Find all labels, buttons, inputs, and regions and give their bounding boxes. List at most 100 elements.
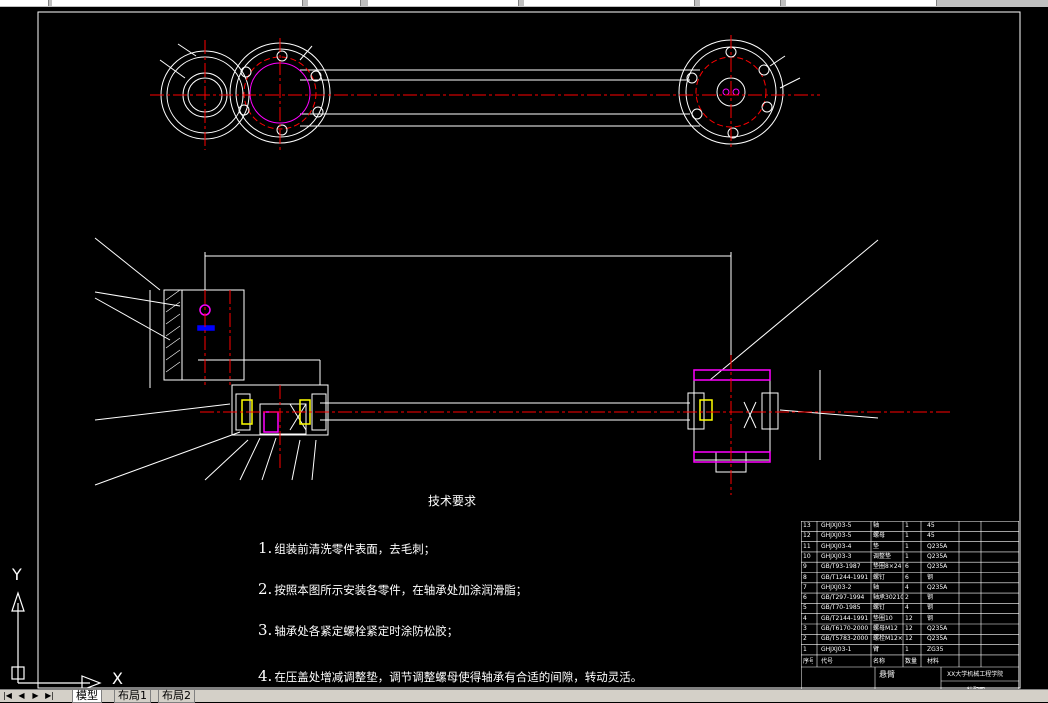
front-view-hatching xyxy=(165,289,181,373)
bom-cell-code: GHJXJ03-3 xyxy=(821,552,852,560)
requirement-1: 1. 组装前清洗零件表面，去毛刺； xyxy=(258,539,436,557)
bom-row: 13 GHJXJ03-5 轴 1 45 xyxy=(801,521,1019,531)
bom-cell-no: 8 xyxy=(803,573,807,581)
bom-cell-qty: 1 xyxy=(905,552,909,560)
requirement-2: 2. 按照本图所示安装各零件，在轴承处加涂润滑脂； xyxy=(258,580,528,598)
bom-cell-qty: 12 xyxy=(905,635,913,643)
bom-cell-qty: 4 xyxy=(905,583,909,591)
bom-cell-name: 轴 xyxy=(873,522,880,529)
plotstyle-dropdown[interactable] xyxy=(700,0,781,6)
color-dropdown[interactable] xyxy=(308,0,361,6)
bom-cell-mat: Q235A xyxy=(927,563,948,571)
bom-cell-mat: 45 xyxy=(927,532,935,540)
bom-cell-name: 螺钉 xyxy=(873,573,886,581)
bom-row: 7 GHJXJ03-2 轴 4 Q235A xyxy=(801,583,1019,593)
bom-cell-name: 螺母M12 xyxy=(873,625,898,632)
bom-cell-no: 12 xyxy=(803,532,811,540)
bom-row: 1 GHJXJ03-1 臂 1 ZG35 xyxy=(801,645,1019,655)
bom-cell-name: 螺钉 xyxy=(873,604,886,612)
bom-cell-name: 垫 xyxy=(873,542,880,550)
bom-row: 5 GB/T70-1985 螺钉 4 钢 xyxy=(801,603,1019,613)
bom-row: 4 GB/T2144-1991 垫圈10 12 钢 xyxy=(801,614,1019,624)
style-dropdown[interactable] xyxy=(786,0,937,6)
bom-row: 12 GHJXJ03-5 螺母 1 45 xyxy=(801,531,1019,541)
first-tab-button[interactable]: |◀ xyxy=(2,691,13,701)
bom-cell-no: 5 xyxy=(803,604,807,612)
bom-cell-qty: 1 xyxy=(905,645,909,653)
title-drawing-name: 悬臂 xyxy=(879,670,895,679)
layer-dropdown[interactable] xyxy=(52,0,303,6)
bom-cell-qty: 2 xyxy=(905,594,909,602)
bom-row: 9 GB/T93-1987 垫圈8×24 6 Q235A xyxy=(801,562,1019,572)
bom-cell-mat: Q235A xyxy=(927,635,948,643)
bom-cell-name: 螺母 xyxy=(873,532,886,540)
bom-cell-no: 3 xyxy=(803,625,807,632)
bom-cell-name: 垫圈10 xyxy=(873,614,893,622)
technical-requirements-title: 技术要求 xyxy=(428,494,477,508)
bom-cell-no: 6 xyxy=(803,594,807,602)
bom-cell-qty: 6 xyxy=(905,573,909,581)
bom-cell-qty: 12 xyxy=(905,614,913,622)
bom-cell-mat: 钢 xyxy=(927,573,934,581)
bom-cell-qty: 1 xyxy=(905,532,909,540)
bom-row: 10 GHJXJ03-3 调整垫 1 Q235A xyxy=(801,552,1019,562)
ucs-x-label: X xyxy=(112,669,123,688)
toolbar-control[interactable] xyxy=(0,0,49,6)
last-tab-button[interactable]: ▶| xyxy=(44,691,55,701)
drawing-canvas[interactable]: 技术要求 1. 组装前清洗零件表面，去毛刺； 2. 按照本图所示安装各零件，在轴承处… xyxy=(0,7,1048,698)
bom-cell-no: 7 xyxy=(803,583,807,591)
linetype-dropdown[interactable] xyxy=(368,0,519,6)
bom-header: 序号 代号 名称 数量 材料 xyxy=(803,658,940,665)
bom-cell-no: 10 xyxy=(803,552,811,560)
requirement-3: 3. 轴承处各紧定螺栓紧定时涂防松胶； xyxy=(258,621,459,639)
top-view xyxy=(159,39,801,145)
bom-cell-qty: 1 xyxy=(905,542,909,550)
bom-row: 8 GB/T1244-1991 螺钉 6 钢 xyxy=(801,573,1019,583)
bom-cell-mat: 钢 xyxy=(927,594,934,602)
bom-cell-no: 2 xyxy=(803,635,807,643)
bom-cell-code: GB/T6170-2000 xyxy=(821,625,869,632)
prev-tab-button[interactable]: ◀ xyxy=(16,691,27,701)
bom-cell-mat: Q235A xyxy=(927,583,948,591)
bom-row: 2 GB/T5783-2000 螺栓M12×5012 Q235A xyxy=(801,634,1019,644)
lineweight-dropdown[interactable] xyxy=(524,0,695,6)
bom-cell-code: GB/T1244-1991 xyxy=(821,573,869,581)
bom-cell-qty: 6 xyxy=(905,563,909,571)
bom-cell-qty: 1 xyxy=(905,522,909,529)
layout-tab-bar: |◀ ◀ ▶ ▶| 模型 布局1 布局2 xyxy=(0,689,1048,703)
bom-cell-mat: 45 xyxy=(927,522,935,529)
bom-row: 6 GB/T297-1994 轴承30210 2 钢 xyxy=(801,593,1019,603)
next-tab-button[interactable]: ▶ xyxy=(30,691,41,701)
bom-cell-name: 轴 xyxy=(873,583,880,591)
bom-cell-code: GHJXJ03-4 xyxy=(821,542,852,550)
tab-layout2[interactable]: 布局2 xyxy=(158,690,195,703)
ucs-icon: Y X xyxy=(8,563,123,691)
bom-cell-code: GHJXJ03-2 xyxy=(821,583,852,591)
tab-layout1[interactable]: 布局1 xyxy=(114,690,151,703)
bom-cell-no: 4 xyxy=(803,614,807,622)
front-view-centerlines xyxy=(200,290,950,495)
bom-cell-mat: 钢 xyxy=(927,604,934,612)
bom-cell-mat: Q235A xyxy=(927,542,948,550)
bom-cell-code: GB/T70-1985 xyxy=(821,604,861,612)
bom-cell-code: GB/T5783-2000 xyxy=(821,635,869,643)
bom-cell-name: 螺栓M12×50 xyxy=(873,635,903,643)
bom-cell-mat: Q235A xyxy=(927,552,948,560)
bom-cell-qty: 12 xyxy=(905,625,913,632)
bom-cell-mat: Q235A xyxy=(927,625,948,632)
front-view xyxy=(94,237,879,486)
bom-cell-code: GHJXJ03-5 xyxy=(821,532,852,540)
bom-cell-code: GB/T93-1987 xyxy=(821,563,861,571)
bom-cell-code: GB/T2144-1991 xyxy=(821,614,869,622)
ucs-y-label: Y xyxy=(12,565,22,584)
bom-cell-name: 垫圈8×24 xyxy=(873,563,902,571)
front-view-colored xyxy=(197,304,771,463)
bom-cell-name: 轴承30210 xyxy=(873,594,903,602)
bom-cell-no: 13 xyxy=(803,522,811,529)
bom-cell-no: 1 xyxy=(803,645,807,653)
title-company: XX大学机械工程学院 xyxy=(947,671,1004,678)
bom-cell-no: 11 xyxy=(803,542,811,550)
bill-of-materials: 13 GHJXJ03-5 轴 1 45 12 GHJXJ03-5 螺母 1 45 11 GHJXJ03… xyxy=(801,521,1019,698)
tab-model[interactable]: 模型 xyxy=(72,690,102,703)
bom-cell-name: 臂 xyxy=(873,645,880,653)
